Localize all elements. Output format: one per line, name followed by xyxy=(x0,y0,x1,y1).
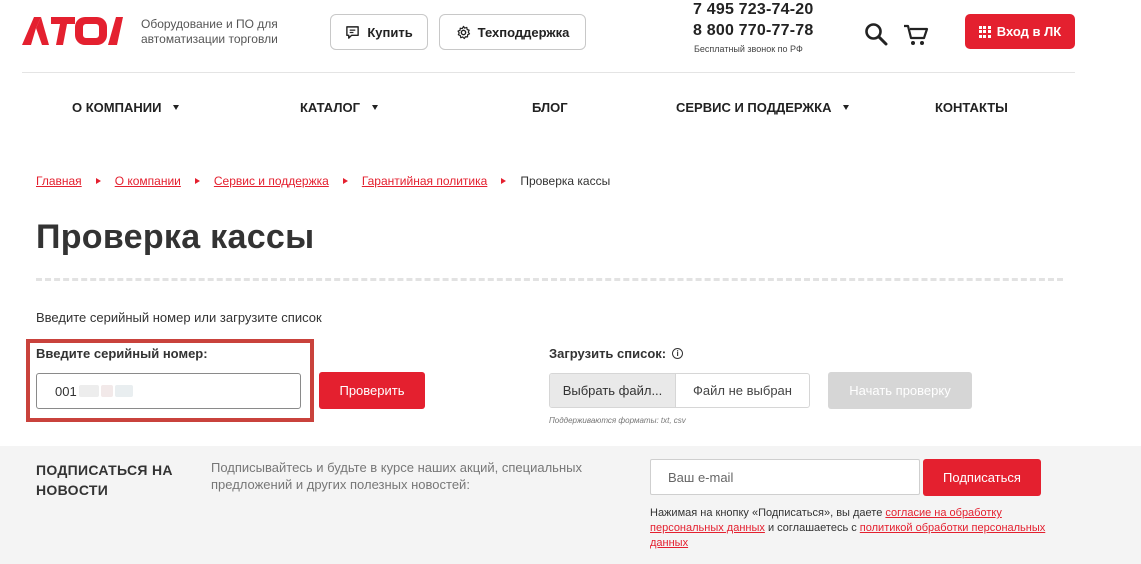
breadcrumb-arrow-icon xyxy=(342,178,348,184)
email-placeholder: Ваш e-mail xyxy=(668,469,734,485)
email-input[interactable]: Ваш e-mail xyxy=(650,459,920,495)
apps-grid-icon xyxy=(978,25,991,38)
formats-note: Поддерживаются форматы: txt, csv xyxy=(549,416,686,425)
site-header: Оборудование и ПО для автоматизации торг… xyxy=(0,0,1141,73)
serial-number-input[interactable]: 001 xyxy=(36,373,301,409)
nav-item-contacts[interactable]: КОНТАКТЫ xyxy=(935,100,1008,115)
cart-icon[interactable] xyxy=(903,23,929,47)
breadcrumb-arrow-icon xyxy=(501,178,507,184)
choose-file-button[interactable]: Выбрать файл... xyxy=(550,374,676,407)
tagline: Оборудование и ПО для автоматизации торг… xyxy=(141,17,278,46)
breadcrumb-arrow-icon xyxy=(95,178,101,184)
nav-item-label: КАТАЛОГ xyxy=(300,100,360,115)
nav-item-service[interactable]: СЕРВИС И ПОДДЕРЖКА xyxy=(676,100,850,115)
buy-button[interactable]: Купить xyxy=(330,14,428,50)
nav-item-label: БЛОГ xyxy=(532,100,568,115)
title-divider xyxy=(36,278,1063,281)
login-button[interactable]: Вход в ЛК xyxy=(965,14,1075,49)
main-nav: О КОМПАНИИ КАТАЛОГ БЛОГ СЕРВИС И ПОДДЕРЖ… xyxy=(0,90,1141,126)
nav-item-catalog[interactable]: КАТАЛОГ xyxy=(300,100,378,115)
check-button[interactable]: Проверить xyxy=(319,372,425,409)
serial-value: 001 xyxy=(55,383,77,399)
nav-item-label: КОНТАКТЫ xyxy=(935,100,1008,115)
file-status: Файл не выбран xyxy=(693,383,792,398)
buy-button-label: Купить xyxy=(367,24,413,40)
breadcrumb-link-company[interactable]: О компании xyxy=(115,174,181,188)
caret-down-icon xyxy=(371,105,378,110)
redacted-blur xyxy=(114,385,133,397)
support-button[interactable]: Техподдержка xyxy=(439,14,586,50)
serial-label: Введите серийный номер: xyxy=(36,346,208,361)
breadcrumb: Главная О компании Сервис и поддержка Га… xyxy=(36,174,610,188)
header-divider xyxy=(22,72,1075,73)
atol-logo[interactable] xyxy=(22,16,124,46)
file-input[interactable]: Выбрать файл... Файл не выбран xyxy=(549,373,810,408)
start-check-button[interactable]: Начать проверку xyxy=(828,372,972,409)
redacted-blur xyxy=(78,385,99,397)
breadcrumb-link-home[interactable]: Главная xyxy=(36,174,82,188)
nav-item-company[interactable]: О КОМПАНИИ xyxy=(72,100,180,115)
breadcrumb-current: Проверка кассы xyxy=(520,174,611,188)
upload-label: Загрузить список: xyxy=(549,346,667,361)
search-icon[interactable] xyxy=(864,22,888,46)
intro-text: Введите серийный номер или загрузите спи… xyxy=(36,310,322,325)
subscribe-title: ПОДПИСАТЬСЯ НА НОВОСТИ xyxy=(36,462,173,498)
page-title: Проверка кассы xyxy=(36,218,315,256)
subscribe-section: ПОДПИСАТЬСЯ НА НОВОСТИ Подписывайтесь и … xyxy=(0,446,1141,564)
subscribe-button[interactable]: Подписаться xyxy=(923,459,1041,496)
caret-down-icon xyxy=(843,105,850,110)
caret-down-icon xyxy=(173,105,180,110)
consent-middle: и соглашаетесь с xyxy=(767,522,857,534)
support-button-label: Техподдержка xyxy=(477,24,570,40)
consent-text: Нажимая на кнопку «Подписаться», вы дает… xyxy=(650,506,1050,551)
subscribe-text: Подписывайтесь и будьте в курсе наших ак… xyxy=(211,460,582,492)
breadcrumb-link-warranty[interactable]: Гарантийная политика xyxy=(362,174,488,188)
redacted-blur xyxy=(100,385,113,397)
chat-icon xyxy=(346,25,360,39)
info-icon[interactable]: i xyxy=(672,348,684,359)
breadcrumb-arrow-icon xyxy=(194,178,200,184)
nav-item-blog[interactable]: БЛОГ xyxy=(532,100,568,115)
nav-item-label: СЕРВИС И ПОДДЕРЖКА xyxy=(676,100,832,115)
login-button-label: Вход в ЛК xyxy=(996,24,1062,39)
breadcrumb-link-service[interactable]: Сервис и поддержка xyxy=(214,174,329,188)
phone-moscow[interactable]: 7 495 723-74-20 xyxy=(693,1,813,19)
phone-free[interactable]: 8 800 770-77-78 xyxy=(693,22,813,40)
nav-item-label: О КОМПАНИИ xyxy=(72,100,162,115)
phone-note: Бесплатный звонок по РФ xyxy=(694,44,803,54)
gear-icon xyxy=(457,25,470,39)
upload-label-row: Загрузить список: i xyxy=(549,346,684,361)
consent-prefix: Нажимая на кнопку «Подписаться», вы дает… xyxy=(650,507,883,519)
